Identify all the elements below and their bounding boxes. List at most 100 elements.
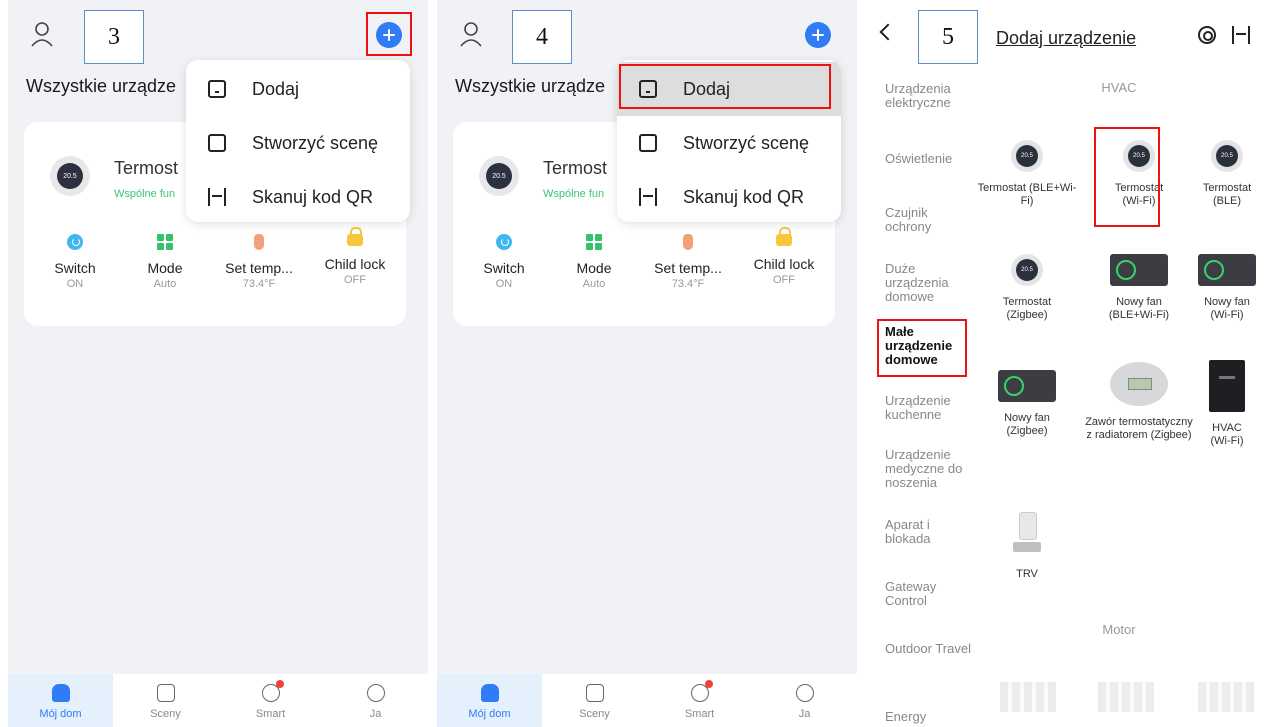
add-menu: Dodaj Stworzyć scenę Skanuj kod QR	[186, 60, 410, 222]
radiator-image	[1098, 682, 1154, 712]
category-item[interactable]: Aparat i blokada	[885, 518, 977, 546]
control-label: Mode	[147, 260, 183, 276]
highlight-box	[366, 12, 412, 56]
user-icon[interactable]	[459, 20, 483, 48]
device-name: Termost	[543, 158, 608, 178]
section-heading: HVAC	[1101, 80, 1137, 95]
category-item[interactable]: Outdoor Travel	[885, 642, 977, 656]
section-heading: Motor	[1102, 622, 1136, 637]
back-chevron-icon[interactable]	[879, 23, 897, 41]
hvac-panel-image	[1209, 360, 1245, 412]
control-switch[interactable]: Switch ON	[30, 234, 120, 290]
control-value: 73.4°F	[671, 278, 705, 290]
thermostat-image: 20.5	[1211, 140, 1243, 172]
category-item[interactable]: Urządzenia elektryczne	[885, 82, 977, 110]
radiator-image	[1000, 682, 1056, 712]
category-item[interactable]: Energy	[885, 710, 977, 724]
category-item[interactable]: Czujnik ochrony	[885, 206, 977, 234]
menu-item-scan-qr[interactable]: Skanuj kod QR	[617, 170, 841, 222]
tab-me[interactable]: Ja	[752, 674, 857, 727]
power-icon	[496, 234, 512, 250]
scan-qr-icon[interactable]	[1232, 26, 1250, 44]
control-value: OFF	[344, 274, 366, 286]
tab-label: Mój dom	[39, 708, 82, 720]
device-tile[interactable]: 20.5 Termostat (BLE)	[1172, 140, 1275, 208]
control-value: OFF	[773, 274, 795, 286]
thermostat-image: 20.5	[1011, 140, 1043, 172]
phone-screen-step-4: 4 Wszystkie urządze 20.5 Termost Wspólne…	[437, 0, 857, 727]
menu-label: Stworzyć scenę	[683, 132, 810, 153]
tab-me[interactable]: Ja	[323, 674, 428, 727]
control-value: ON	[495, 278, 513, 290]
category-item[interactable]: Urządzenie medyczne do noszenia	[885, 448, 977, 490]
scene-icon	[208, 134, 226, 152]
control-child-lock[interactable]: Child lock OFF	[310, 227, 400, 286]
profile-icon	[795, 684, 814, 702]
thermometer-icon	[254, 234, 264, 250]
control-mode[interactable]: Mode Auto	[120, 234, 210, 290]
category-item[interactable]: Duże urządzenia domowe	[885, 262, 977, 304]
thermostat-icon: 20.5	[50, 156, 90, 196]
menu-label: Skanuj kod QR	[252, 186, 374, 207]
home-icon	[51, 684, 70, 702]
tab-my-home[interactable]: Mój dom	[8, 674, 113, 727]
tab-scenes[interactable]: Sceny	[542, 674, 647, 727]
tab-smart[interactable]: Smart	[647, 674, 752, 727]
control-set-temp[interactable]: Set temp... 73.4°F	[214, 234, 304, 290]
bottom-tabbar: Mój dom Sceny Smart Ja	[437, 674, 857, 727]
control-label: Child lock	[324, 256, 386, 272]
control-value: 73.4°F	[242, 278, 276, 290]
control-value: Auto	[153, 278, 177, 290]
control-mode[interactable]: Mode Auto	[549, 234, 639, 290]
menu-item-add[interactable]: Dodaj	[186, 62, 410, 116]
menu-label: Dodaj	[252, 78, 300, 99]
lock-icon	[347, 227, 363, 246]
valve-image	[1110, 362, 1168, 406]
tutorial-stage: 3 Wszystkie urządze 20.5 Termost Wspólne…	[0, 0, 1275, 727]
nearby-scan-icon[interactable]	[1198, 26, 1216, 44]
control-set-temp[interactable]: Set temp... 73.4°F	[643, 234, 733, 290]
scan-icon	[208, 188, 226, 206]
device-label: Termostat (BLE)	[1202, 182, 1252, 207]
device-tile[interactable]: HVAC (Wi-Fi)	[1172, 360, 1275, 448]
device-label: Termostat (BLE+Wi-Fi)	[977, 182, 1077, 207]
control-child-lock[interactable]: Child lock OFF	[739, 227, 829, 286]
device-tile[interactable]: Nowy fan (Wi-Fi)	[1172, 254, 1275, 322]
menu-item-create-scene[interactable]: Stworzyć scenę	[617, 116, 841, 170]
add-plus-button[interactable]	[805, 22, 831, 48]
device-tile[interactable]: 20.5 Termostat (BLE+Wi-Fi)	[972, 140, 1082, 208]
thermostat-icon: 20.5	[479, 156, 519, 196]
page-title: Wszystkie urządze	[455, 76, 606, 96]
step-number: 5	[918, 10, 978, 64]
menu-label: Skanuj kod QR	[683, 186, 805, 207]
menu-item-scan-qr[interactable]: Skanuj kod QR	[186, 170, 410, 222]
device-tile[interactable]: 20.5 Termostat (Zigbee)	[972, 254, 1082, 322]
radiator-image	[1198, 682, 1254, 712]
device-tile[interactable]: TRV	[972, 512, 1082, 581]
tab-smart[interactable]: Smart	[218, 674, 323, 727]
thermometer-icon	[683, 234, 693, 250]
control-label: Mode	[576, 260, 612, 276]
tab-label: Mój dom	[468, 708, 511, 720]
thermostat-image: 20.5	[1011, 254, 1043, 286]
tab-my-home[interactable]: Mój dom	[437, 674, 542, 727]
category-item[interactable]: Urządzenie kuchenne	[885, 394, 977, 422]
tab-label: Sceny	[150, 708, 181, 720]
device-label: Nowy fan (Zigbee)	[1004, 412, 1050, 437]
control-switch[interactable]: Switch ON	[459, 234, 549, 290]
tab-scenes[interactable]: Sceny	[113, 674, 218, 727]
trv-valve-image	[1013, 512, 1041, 558]
device-name: Termost	[114, 158, 179, 178]
control-label: Child lock	[753, 256, 815, 272]
category-item[interactable]: Oświetlenie	[885, 152, 977, 166]
home-icon	[480, 684, 499, 702]
control-label: Set temp...	[225, 260, 293, 276]
highlight-box	[1094, 127, 1160, 227]
device-tile[interactable]: Nowy fan (Zigbee)	[972, 370, 1082, 438]
user-icon[interactable]	[30, 20, 54, 48]
tab-label: Sceny	[579, 708, 610, 720]
grid-icon	[586, 234, 602, 250]
category-item[interactable]: Gateway Control	[885, 580, 977, 608]
page-title: Wszystkie urządze	[26, 76, 177, 96]
menu-item-create-scene[interactable]: Stworzyć scenę	[186, 116, 410, 170]
